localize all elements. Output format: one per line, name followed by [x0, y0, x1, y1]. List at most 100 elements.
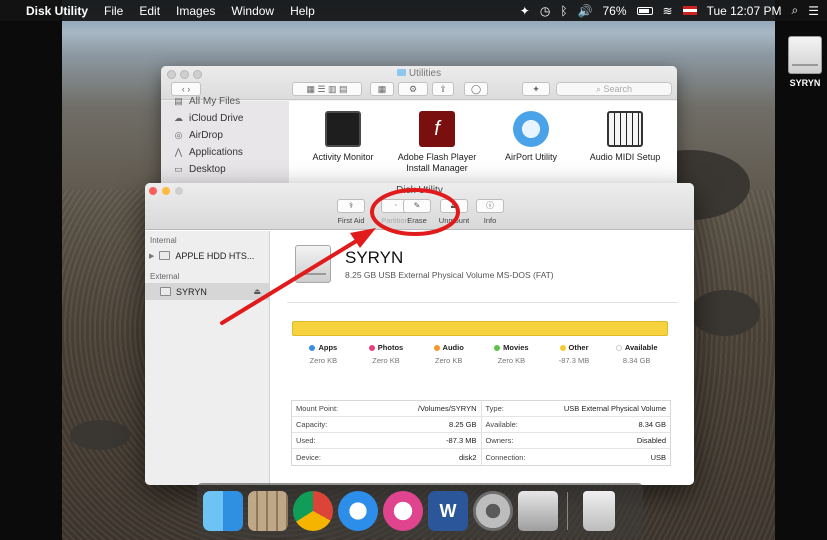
divider: [287, 302, 678, 303]
word-icon[interactable]: W: [428, 490, 468, 531]
legend-movies: Movies Zero KB: [480, 343, 543, 365]
disclosure-triangle-icon[interactable]: ▶: [149, 252, 154, 260]
dropbox-icon[interactable]: ✦: [520, 4, 530, 18]
volume-description: 8.25 GB USB External Physical Volume MS-…: [345, 270, 554, 280]
time-machine-icon[interactable]: ◷: [540, 4, 550, 18]
finder-sidebar: ▤ All My Files ☁ iCloud Drive ◎ AirDrop ⋀ Ap…: [161, 96, 289, 196]
notification-center-icon[interactable]: ☰: [808, 4, 819, 18]
audio-dot-icon: [433, 344, 440, 351]
info-value: USB External Physical Volume: [563, 404, 666, 413]
info-key: Available:: [485, 420, 518, 429]
finder-search-input[interactable]: ⌕ Search: [556, 82, 672, 96]
safari-icon[interactable]: [338, 490, 378, 531]
volume-name: SYRYN: [345, 248, 404, 267]
disk-utility-title: Disk Utility: [396, 185, 443, 196]
eject-icon[interactable]: ⏏: [253, 287, 269, 296]
menu-help[interactable]: Help: [282, 4, 323, 18]
sidebar-item-all-my-files[interactable]: ▤ All My Files: [173, 93, 289, 110]
app-activity-monitor[interactable]: Activity Monitor: [293, 111, 393, 163]
desktop-icon: ▭: [174, 164, 183, 174]
sidebar-item-external-disk[interactable]: SYRYN ⏏: [145, 283, 269, 300]
input-source-flag-icon[interactable]: [682, 6, 697, 15]
sidebar-item-applications[interactable]: ⋀ Applications: [173, 144, 289, 161]
sidebar-item-airdrop[interactable]: ◎ AirDrop: [173, 127, 289, 144]
app-audio-midi-setup[interactable]: Audio MIDI Setup: [575, 111, 675, 163]
eject-icon: ⏏: [440, 199, 468, 213]
first-aid-button[interactable]: ⚕ First Aid: [331, 199, 371, 225]
rock-shape: [690, 290, 760, 336]
info-key: Owners:: [485, 436, 514, 445]
menu-file[interactable]: File: [96, 4, 131, 18]
finder-content: Activity Monitor f Adobe Flash Player In…: [289, 101, 677, 196]
info-value: Disabled: [636, 436, 666, 445]
battery-percent[interactable]: 76%: [602, 4, 626, 18]
app-airport-utility[interactable]: AirPort Utility: [481, 111, 581, 163]
dock-separator: [567, 491, 568, 530]
system-preferences-icon[interactable]: [473, 490, 513, 531]
spotlight-search-icon[interactable]: ⌕: [792, 3, 799, 18]
arrange-button[interactable]: ▦: [370, 82, 394, 96]
bluetooth-icon[interactable]: ᛒ: [560, 4, 567, 18]
sidebar-item-desktop[interactable]: ▭ Desktop: [173, 161, 289, 178]
menu-window[interactable]: Window: [223, 4, 282, 18]
erase-button[interactable]: ✎ Erase: [397, 199, 437, 225]
sidebar-item-internal-disk[interactable]: ▶ APPLE HDD HTS...: [145, 247, 269, 264]
info-key: Mount Point:: [296, 404, 339, 413]
legend-audio: Audio Zero KB: [433, 343, 464, 365]
menu-app-name[interactable]: Disk Utility: [24, 4, 96, 18]
disk-utility-window: Disk Utility ⚕ First Aid ◔ Partition ✎ Eras…: [145, 183, 694, 485]
desktop-drive[interactable]: SYRYN: [785, 36, 825, 88]
finder-title: Utilities: [161, 68, 677, 79]
all-files-icon: ▤: [174, 96, 183, 106]
info-value: 8.34 GB: [638, 420, 666, 429]
chrome-icon[interactable]: [293, 490, 333, 531]
piano-keys-icon: [607, 111, 643, 147]
info-button[interactable]: ⓘ Info: [470, 199, 510, 225]
dropbox-button[interactable]: ✦: [522, 82, 550, 96]
info-icon: ⓘ: [476, 199, 504, 213]
action-gear-button[interactable]: ⚙: [398, 82, 428, 96]
menu-bar: Disk Utility File Edit Images Window Hel…: [0, 0, 827, 21]
volume-info-table: Mount Point: /Volumes/SYRYN Type: USB Exte…: [291, 400, 671, 466]
menu-images[interactable]: Images: [168, 4, 223, 18]
info-value: -87.3 MB: [446, 436, 477, 445]
view-mode-buttons[interactable]: ▦ ☰ ▥ ▤: [292, 82, 362, 96]
battery-icon[interactable]: [636, 6, 653, 15]
wifi-icon[interactable]: ≋: [663, 4, 673, 18]
disk-utility-toolbar: Disk Utility ⚕ First Aid ◔ Partition ✎ Eras…: [145, 183, 694, 230]
volume-icon[interactable]: 🔊: [578, 4, 593, 18]
disk-utility-main: SYRYN 8.25 GB USB External Physical Volu…: [271, 231, 694, 485]
share-button[interactable]: ⇪: [432, 82, 454, 96]
trash-icon[interactable]: [583, 490, 615, 531]
menu-clock[interactable]: Tue 12:07 PM: [707, 4, 782, 18]
photos-dot-icon: [368, 344, 375, 351]
tags-button[interactable]: ◯: [464, 82, 488, 96]
external-disk-icon: [160, 287, 171, 296]
applications-icon: ⋀: [174, 147, 183, 157]
dock: W: [197, 483, 643, 538]
rock-shape: [70, 420, 130, 450]
info-value: /Volumes/SYRYN: [417, 404, 477, 413]
airport-wifi-icon: [513, 111, 549, 147]
available-dot-icon: [615, 344, 622, 351]
cloud-icon: ☁: [174, 113, 183, 123]
sidebar-heading-internal: Internal: [150, 236, 177, 245]
legend-apps: Apps Zero KB: [309, 343, 338, 365]
calculator-icon[interactable]: [248, 490, 288, 531]
info-key: Type:: [485, 404, 504, 413]
sidebar-item-icloud-drive[interactable]: ☁ iCloud Drive: [173, 110, 289, 127]
legend-photos: Photos Zero KB: [355, 343, 418, 365]
finder-icon[interactable]: [203, 490, 243, 531]
itunes-icon[interactable]: [383, 490, 423, 531]
app-adobe-flash-installer[interactable]: f Adobe Flash Player Install Manager: [387, 111, 487, 174]
folder-icon: [396, 69, 406, 76]
usage-bar: [292, 321, 668, 336]
stethoscope-icon: ⚕: [337, 199, 365, 213]
unmount-button[interactable]: ⏏ Unmount: [434, 199, 474, 225]
menu-edit[interactable]: Edit: [131, 4, 168, 18]
table-row: Device: disk2 Connection: USB: [292, 449, 670, 465]
disk-utility-icon[interactable]: [518, 490, 558, 531]
info-key: Used:: [296, 436, 316, 445]
finder-window: Utilities ‹ › ▦ ☰ ▥ ▤ ▦ ⚙ ⇪ ◯ ✦ ⌕ Search…: [161, 66, 677, 196]
apps-dot-icon: [309, 344, 316, 351]
